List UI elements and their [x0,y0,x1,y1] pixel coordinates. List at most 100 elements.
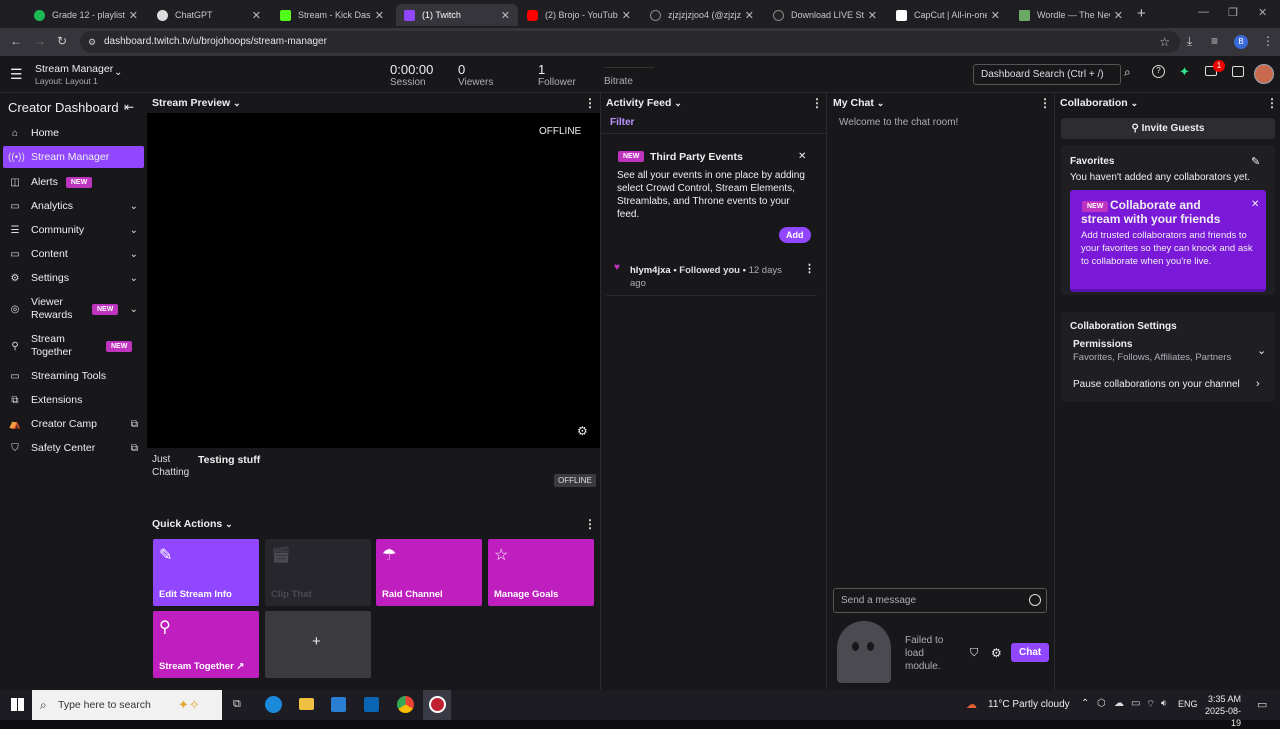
player-settings-icon[interactable]: ⚙ [577,424,588,438]
taskbar-search[interactable]: ⌕ Type here to search ✦✧ [32,690,222,720]
filter-button[interactable]: Filter [610,117,634,128]
restore-icon[interactable]: ❐ [1228,6,1238,19]
panel-title[interactable]: Stream Preview ⌄ [152,97,241,109]
cloud-icon[interactable]: ☁ [1114,698,1124,709]
permissions-row[interactable]: Permissions Favorites, Follows, Affiliat… [1067,339,1271,365]
emote-picker-icon[interactable] [1029,594,1041,606]
chevron-down-icon[interactable]: ⌄ [114,67,122,78]
sidebar-item-analytics[interactable]: ▭ Analytics ⌄ [3,199,144,213]
download-icon[interactable]: ⤓ [1187,34,1192,49]
chevron-down-icon[interactable]: ⌄ [130,201,138,212]
close-tab-icon[interactable]: ✕ [1114,9,1123,22]
network-icon[interactable]: ⌔ [1146,698,1155,711]
user-avatar[interactable] [1254,64,1274,84]
raid-channel-button[interactable]: ☂ Raid Channel [376,539,482,606]
stream-together-button[interactable]: ⚲ Stream Together ↗ [153,611,259,678]
help-icon[interactable]: ? [1152,65,1165,78]
more-options-icon[interactable]: ⋮ [1039,96,1051,110]
event-user[interactable]: hlym4jxa [630,265,671,276]
sidebar-item-alerts[interactable]: ◫ Alerts NEW [3,175,144,189]
file-explorer-icon[interactable] [299,698,314,710]
browser-tab[interactable]: Download LIVE Studi ✕ [765,4,885,26]
media-icon[interactable]: ≡ [1211,34,1218,48]
sidebar-item-stream-manager[interactable]: ((•)) Stream Manager [3,146,144,168]
close-tab-icon[interactable]: ✕ [622,9,631,22]
hamburger-menu-icon[interactable]: ☰ [10,66,23,83]
chat-input[interactable]: Send a message [833,588,1047,613]
sidebar-item-creator-camp[interactable]: ⛺ Creator Camp ⧉ [3,417,144,431]
chevron-down-icon[interactable]: ⌄ [130,225,138,236]
invite-guests-button[interactable]: ⚲ Invite Guests [1061,118,1275,139]
profile-avatar-icon[interactable]: B [1234,35,1248,49]
sidebar-item-streaming-tools[interactable]: ▭ Streaming Tools [3,369,144,383]
browser-tab[interactable]: zjzjzjzjoo4 (@zjzjzjz ✕ [642,4,762,26]
edge-icon[interactable] [265,696,282,713]
chat-settings-icon[interactable]: ⚙ [991,646,1002,660]
browser-tab[interactable]: ChatGPT ✕ [149,4,269,26]
forward-icon[interactable]: → [34,34,46,48]
sidebar-item-home[interactable]: ⌂ Home [3,126,144,140]
outlook-icon[interactable] [364,697,379,712]
dashboard-search-input[interactable]: Dashboard Search (Ctrl + /) [973,64,1121,85]
sidebar-item-content[interactable]: ▭ Content ⌄ [3,247,144,261]
chevron-down-icon[interactable]: ⌄ [130,249,138,260]
chevron-down-icon[interactable]: ⌄ [130,273,138,284]
notification-center-icon[interactable]: ▭ [1257,698,1267,711]
more-options-icon[interactable]: ⋮ [584,96,596,110]
store-icon[interactable] [331,697,346,712]
clock[interactable]: 3:35 AM 2025-08-19 [1201,693,1241,729]
browser-tab[interactable]: Stream - Kick Dashbo ✕ [272,4,392,26]
close-icon[interactable]: ✕ [1251,199,1259,210]
more-options-icon[interactable]: ⋮ [584,517,596,531]
tray-app-icon[interactable]: ⬡ [1097,698,1106,709]
browser-tab[interactable]: (2) Brojo - YouTube ✕ [519,4,639,26]
browser-tab[interactable]: Grade 12 - playlist by ✕ [26,4,146,26]
more-options-icon[interactable]: ⋮ [804,262,815,275]
language-indicator[interactable]: ENG [1178,699,1198,709]
minimize-icon[interactable]: — [1198,6,1209,18]
crown-icon[interactable]: ✦ [1179,64,1190,80]
pause-collab-row[interactable]: Pause collaborations on your channel › [1073,378,1271,390]
sidebar-item-safety-center[interactable]: ⛉ Safety Center ⧉ [3,441,144,455]
sidebar-item-stream-together[interactable]: ⚲ Stream Together NEW [3,332,144,360]
activity-event-row[interactable]: ♥ hlym4jxa • Followed you • 12 days ago … [606,256,817,296]
sidebar-item-community[interactable]: ☰ Community ⌄ [3,223,144,237]
reload-icon[interactable]: ↻ [57,34,67,48]
add-quick-action-button[interactable]: + [265,611,371,678]
panel-title[interactable]: Activity Feed ⌄ [606,97,682,109]
chat-send-button[interactable]: Chat [1011,643,1050,662]
whispers-icon[interactable] [1232,66,1244,77]
close-icon[interactable]: ✕ [798,151,806,162]
sidebar-item-viewer-rewards[interactable]: ◎ Viewer Rewards NEW ⌄ [3,295,144,323]
more-options-icon[interactable]: ⋮ [811,96,823,110]
show-hidden-icons[interactable]: ⌃ [1081,698,1089,709]
collapse-sidebar-icon[interactable]: ⇤ [124,100,134,114]
task-view-icon[interactable]: ⧉ [233,698,241,711]
panel-title[interactable]: Quick Actions ⌄ [152,518,233,530]
site-info-icon[interactable]: ⚙ [88,31,96,53]
close-tab-icon[interactable]: ✕ [252,9,261,22]
browser-tab[interactable]: CapCut | All-in-one v ✕ [888,4,1008,26]
search-icon[interactable]: ⌕ [1124,65,1131,80]
browser-tab[interactable]: Wordle — The New ✕ [1011,4,1131,26]
close-tab-icon[interactable]: ✕ [129,9,138,22]
layout-selector[interactable]: Stream Manager Layout: Layout 1 [35,63,113,86]
panel-title[interactable]: My Chat ⌄ [833,97,884,109]
back-icon[interactable]: ← [10,34,22,48]
close-tab-icon[interactable]: ✕ [991,9,1000,22]
url-field[interactable]: ⚙ dashboard.twitch.tv/u/brojohoops/strea… [80,31,1180,53]
chrome-icon[interactable] [397,696,414,713]
sidebar-item-extensions[interactable]: ⧉ Extensions [3,393,144,407]
chevron-down-icon[interactable]: ⌄ [130,304,138,315]
video-player[interactable]: OFFLINE ⚙ [147,113,600,448]
sidebar-item-settings[interactable]: ⚙ Settings ⌄ [3,271,144,285]
new-tab-icon[interactable]: + [1137,5,1146,22]
windows-start-icon[interactable] [11,698,24,711]
volume-icon[interactable]: 🔉︎ [1161,698,1167,709]
mod-shield-icon[interactable]: ⛉ [970,647,978,660]
display-icon[interactable]: ▭ [1131,698,1140,709]
edit-pencil-icon[interactable]: ✎ [1251,155,1260,168]
browser-menu-icon[interactable]: ⋮ [1262,34,1274,48]
panel-title[interactable]: Collaboration ⌄ [1060,97,1138,109]
close-tab-icon[interactable]: ✕ [868,9,877,22]
